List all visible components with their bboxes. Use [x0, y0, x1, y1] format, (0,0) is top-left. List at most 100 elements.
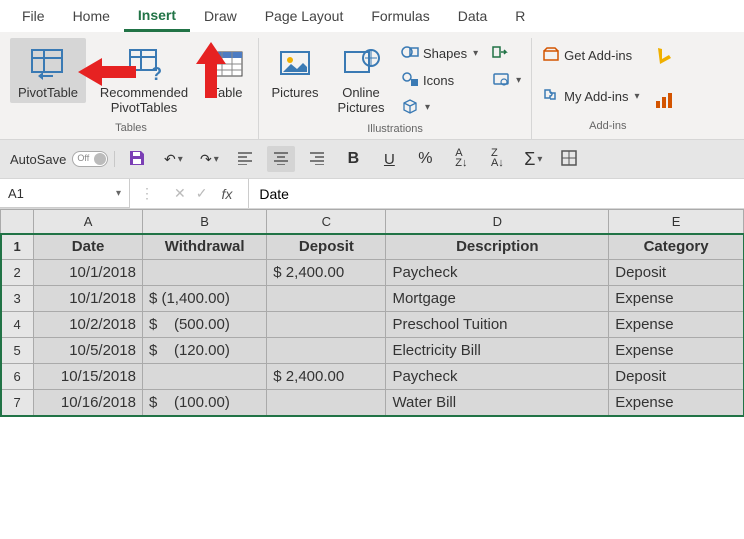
table-row[interactable]: 3 10/1/2018 $ (1,400.00) Mortgage Expens…	[1, 286, 744, 312]
cell[interactable]: Electricity Bill	[386, 338, 609, 364]
tab-file[interactable]: File	[8, 2, 59, 30]
percent-button[interactable]: %	[411, 146, 439, 172]
cell[interactable]: 10/5/2018	[34, 338, 143, 364]
bold-button[interactable]: B	[339, 146, 367, 172]
cell[interactable]: Withdrawal	[142, 234, 266, 260]
tab-home[interactable]: Home	[59, 2, 124, 30]
align-center-button[interactable]	[267, 146, 295, 172]
my-addins-button[interactable]: My Add-ins ▾	[538, 85, 643, 108]
row-header[interactable]: 4	[1, 312, 34, 338]
row-header[interactable]: 6	[1, 364, 34, 390]
online-pictures-button[interactable]: Online Pictures	[331, 38, 391, 118]
align-right-button[interactable]	[303, 146, 331, 172]
row-header[interactable]: 3	[1, 286, 34, 312]
cancel-icon[interactable]: ✕	[174, 185, 186, 202]
table-row[interactable]: 6 10/15/2018 $ 2,400.00 Paycheck Deposit	[1, 364, 744, 390]
smartart-button[interactable]	[488, 42, 525, 65]
shapes-button[interactable]: Shapes ▾	[397, 42, 482, 65]
enter-icon[interactable]: ✓	[196, 185, 208, 202]
cell[interactable]: Mortgage	[386, 286, 609, 312]
bing-button[interactable]	[650, 44, 678, 71]
borders-button[interactable]	[555, 146, 583, 172]
sort-desc-button[interactable]: ZA↓	[483, 146, 511, 172]
cell[interactable]: $ (120.00)	[142, 338, 266, 364]
table-button[interactable]: Table	[202, 38, 252, 103]
cell[interactable]: Preschool Tuition	[386, 312, 609, 338]
table-row[interactable]: 2 10/1/2018 $ 2,400.00 Paycheck Deposit	[1, 260, 744, 286]
cell[interactable]: $ (1,400.00)	[142, 286, 266, 312]
cell[interactable]	[267, 286, 386, 312]
column-header[interactable]: A	[34, 210, 143, 234]
redo-button[interactable]: ↷▾	[195, 146, 223, 172]
cell[interactable]: 10/16/2018	[34, 390, 143, 416]
cell[interactable]: Expense	[609, 390, 744, 416]
column-header[interactable]: C	[267, 210, 386, 234]
cell[interactable]	[142, 260, 266, 286]
cell[interactable]	[267, 338, 386, 364]
align-left-button[interactable]	[231, 146, 259, 172]
pictures-button[interactable]: Pictures	[265, 38, 325, 103]
cell[interactable]: 10/2/2018	[34, 312, 143, 338]
cell[interactable]: 10/15/2018	[34, 364, 143, 390]
cell[interactable]: Water Bill	[386, 390, 609, 416]
row-header[interactable]: 2	[1, 260, 34, 286]
undo-button[interactable]: ↶▾	[159, 146, 187, 172]
cell[interactable]: Date	[34, 234, 143, 260]
3d-models-button[interactable]: ▾	[397, 96, 482, 119]
cell[interactable]: Deposit	[609, 364, 744, 390]
cell[interactable]: Expense	[609, 312, 744, 338]
table-row[interactable]: 5 10/5/2018 $ (120.00) Electricity Bill …	[1, 338, 744, 364]
table-row[interactable]: 7 10/16/2018 $ (100.00) Water Bill Expen…	[1, 390, 744, 416]
cell[interactable]: $ 2,400.00	[267, 260, 386, 286]
name-box[interactable]: A1 ▾	[0, 179, 130, 208]
row-header[interactable]: 7	[1, 390, 34, 416]
pivottable-button[interactable]: PivotTable	[10, 38, 86, 103]
tab-draw[interactable]: Draw	[190, 2, 251, 30]
cell[interactable]: Deposit	[609, 260, 744, 286]
row-header[interactable]: 1	[1, 234, 34, 260]
cell[interactable]: 10/1/2018	[34, 260, 143, 286]
cell[interactable]: Description	[386, 234, 609, 260]
formula-input[interactable]	[249, 182, 744, 206]
people-graph-button[interactable]	[650, 89, 678, 116]
cell[interactable]: $ 2,400.00	[267, 364, 386, 390]
column-header[interactable]: B	[142, 210, 266, 234]
underline-button[interactable]: U	[375, 146, 403, 172]
cell[interactable]: Paycheck	[386, 260, 609, 286]
select-all-corner[interactable]	[1, 210, 34, 234]
cell[interactable]: $ (500.00)	[142, 312, 266, 338]
get-addins-button[interactable]: Get Add-ins	[538, 44, 643, 67]
sort-asc-button[interactable]: AZ↓	[447, 146, 475, 172]
cell[interactable]	[267, 390, 386, 416]
cell[interactable]: Category	[609, 234, 744, 260]
table-row[interactable]: 1 Date Withdrawal Deposit Description Ca…	[1, 234, 744, 260]
tab-formulas[interactable]: Formulas	[357, 2, 443, 30]
autosave-toggle[interactable]: AutoSave Off	[10, 151, 115, 167]
cell[interactable]	[142, 364, 266, 390]
fx-icon[interactable]: fx	[221, 186, 232, 202]
tab-page-layout[interactable]: Page Layout	[251, 2, 358, 30]
screenshot-button[interactable]: ▾	[488, 69, 525, 92]
table-row[interactable]: 4 10/2/2018 $ (500.00) Preschool Tuition…	[1, 312, 744, 338]
spreadsheet-grid[interactable]: A B C D E 1 Date Withdrawal Deposit Desc…	[0, 209, 744, 416]
recommended-pivottables-button[interactable]: ? Recommended PivotTables	[92, 38, 196, 118]
cell[interactable]: Paycheck	[386, 364, 609, 390]
column-header[interactable]: E	[609, 210, 744, 234]
cell[interactable]: Expense	[609, 338, 744, 364]
cell[interactable]: $ (100.00)	[142, 390, 266, 416]
cell[interactable]: Expense	[609, 286, 744, 312]
shapes-label: Shapes	[423, 46, 467, 61]
save-button[interactable]	[123, 146, 151, 172]
cell[interactable]	[267, 312, 386, 338]
autosum-button[interactable]: Σ▾	[519, 146, 547, 172]
tab-cut[interactable]: R	[501, 2, 539, 30]
cell[interactable]: Deposit	[267, 234, 386, 260]
icons-button[interactable]: Icons	[397, 69, 482, 92]
customize-icon[interactable]: ⋮	[130, 185, 164, 202]
dropdown-caret-icon: ▾	[116, 188, 121, 199]
tab-data[interactable]: Data	[444, 2, 502, 30]
tab-insert[interactable]: Insert	[124, 1, 190, 32]
column-header[interactable]: D	[386, 210, 609, 234]
cell[interactable]: 10/1/2018	[34, 286, 143, 312]
row-header[interactable]: 5	[1, 338, 34, 364]
